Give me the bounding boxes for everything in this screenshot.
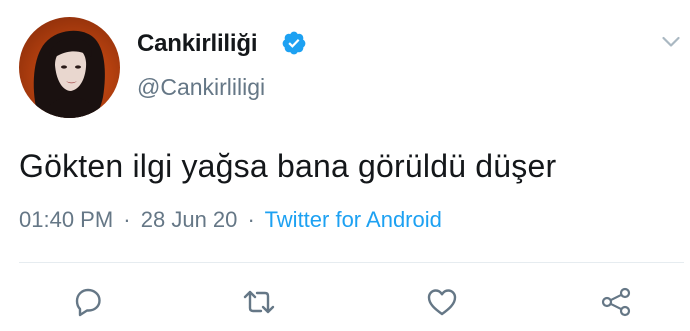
avatar[interactable]	[19, 17, 120, 118]
meta-separator: ·	[123, 207, 131, 232]
meta-separator: ·	[247, 207, 255, 232]
tweet-card: Cankirliliği @Cankirliligi Gökten ilgi y…	[0, 0, 690, 331]
share-button[interactable]	[599, 286, 633, 318]
like-icon	[427, 289, 457, 316]
tweet-meta: 01:40 PM · 28 Jun 20 · Twitter for Andro…	[19, 207, 442, 233]
tweet-date[interactable]: 28 Jun 20	[141, 207, 238, 232]
verified-badge-icon	[282, 31, 306, 55]
retweet-button[interactable]	[242, 286, 276, 318]
display-name[interactable]: Cankirliliği	[137, 30, 257, 58]
tweet-source[interactable]: Twitter for Android	[265, 207, 442, 232]
user-handle[interactable]: @Cankirliligi	[137, 74, 265, 101]
retweet-icon	[243, 290, 275, 314]
tweet-time[interactable]: 01:40 PM	[19, 207, 113, 232]
share-icon	[601, 287, 631, 317]
reply-icon	[75, 288, 101, 317]
divider	[19, 262, 684, 263]
reply-button[interactable]	[71, 286, 105, 318]
tweet-text: Gökten ilgi yağsa bana görüldü düşer	[19, 148, 557, 184]
like-button[interactable]	[425, 286, 459, 318]
chevron-down-icon[interactable]	[662, 36, 680, 48]
avatar-portrait	[33, 30, 105, 118]
